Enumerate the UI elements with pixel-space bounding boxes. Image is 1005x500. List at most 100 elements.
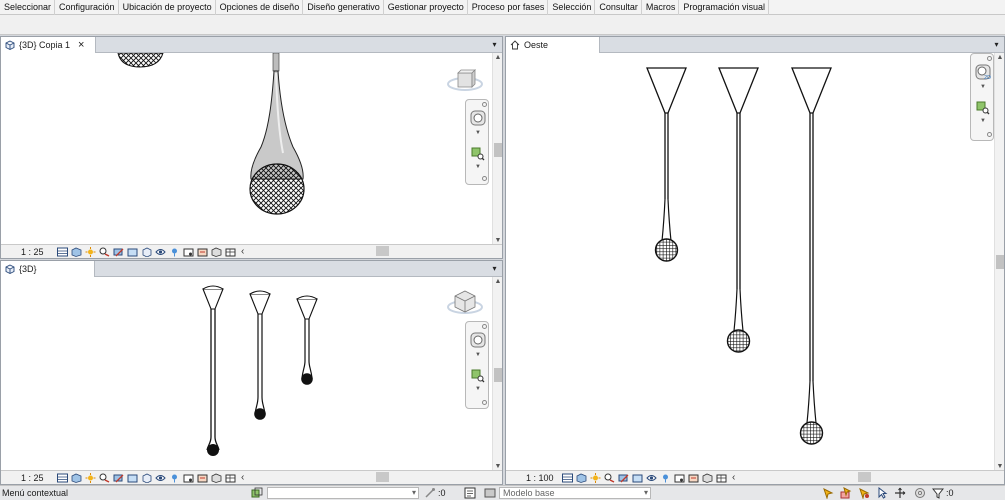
- ribbon-tab-opciones-diseno[interactable]: Opciones de diseño: [216, 0, 304, 15]
- sun-path-icon[interactable]: [85, 246, 96, 257]
- close-icon[interactable]: ×: [78, 39, 84, 51]
- scroll-up-icon[interactable]: ▲: [995, 54, 1004, 62]
- vertical-scrollbar[interactable]: ▲ ▼: [492, 53, 502, 246]
- ribbon-tab-programacion-visual[interactable]: Programación visual: [679, 0, 769, 15]
- chevron-down-icon[interactable]: ▼: [980, 118, 986, 124]
- shadows-icon[interactable]: [99, 247, 110, 257]
- tab-oeste[interactable]: Oeste: [506, 37, 600, 53]
- chevron-down-icon[interactable]: ▼: [475, 386, 481, 392]
- reveal-constraints-icon[interactable]: [211, 473, 222, 483]
- scroll-up-icon[interactable]: ▲: [493, 278, 502, 286]
- show-crop-region-icon[interactable]: [127, 247, 138, 257]
- view-menu-icon[interactable]: ▾: [490, 40, 499, 49]
- navbar-options-icon[interactable]: [482, 176, 487, 181]
- crop-view-icon[interactable]: [618, 473, 629, 483]
- reveal-constraints-icon[interactable]: [211, 247, 222, 257]
- ribbon-tab-seleccionar[interactable]: Seleccionar: [0, 0, 56, 15]
- ribbon-tab-gestionar-proyecto[interactable]: Gestionar proyecto: [384, 0, 468, 15]
- reveal-hidden-icon[interactable]: [169, 247, 180, 257]
- sun-path-icon[interactable]: [85, 472, 96, 483]
- worksharing-display-icon[interactable]: [197, 473, 208, 483]
- 2d-steering-wheel-icon[interactable]: 2D: [975, 64, 991, 80]
- navbar-close-icon[interactable]: [482, 102, 487, 107]
- visual-style-icon[interactable]: [71, 473, 82, 483]
- navbar-options-icon[interactable]: [987, 132, 992, 137]
- reveal-hidden-icon[interactable]: [169, 473, 180, 483]
- horizontal-scroll-thumb[interactable]: [858, 472, 871, 482]
- horizontal-scroll-thumb[interactable]: [376, 246, 389, 256]
- view-canvas[interactable]: [1, 277, 491, 472]
- background-process-icon[interactable]: [914, 487, 926, 499]
- workset-icon[interactable]: [251, 487, 263, 499]
- unlocked-3d-view-icon[interactable]: [141, 473, 152, 483]
- ribbon-tab-macros[interactable]: Macros: [642, 0, 680, 15]
- shadows-icon[interactable]: [99, 473, 110, 483]
- temporary-view-properties-icon[interactable]: [674, 473, 685, 483]
- filter-icon[interactable]: [931, 487, 945, 499]
- editable-only-icon[interactable]: [424, 487, 436, 499]
- ribbon-tab-consultar[interactable]: Consultar: [595, 0, 642, 15]
- scroll-thumb[interactable]: [494, 368, 502, 382]
- zoom-region-icon[interactable]: [470, 146, 486, 162]
- scroll-up-icon[interactable]: ▲: [493, 54, 502, 62]
- zoom-region-icon[interactable]: [470, 368, 486, 384]
- view-menu-icon[interactable]: ▾: [992, 40, 1001, 49]
- show-crop-region-icon[interactable]: [632, 473, 643, 483]
- reveal-constraints-icon[interactable]: [702, 473, 713, 483]
- scroll-thumb[interactable]: [494, 143, 502, 157]
- detail-level-icon[interactable]: [57, 247, 68, 257]
- visual-style-icon[interactable]: [71, 247, 82, 257]
- temporary-hide-icon[interactable]: [155, 473, 166, 483]
- navbar-close-icon[interactable]: [987, 56, 992, 61]
- analytical-model-icon[interactable]: [225, 247, 236, 257]
- chevron-down-icon[interactable]: ▼: [475, 164, 481, 170]
- temporary-view-properties-icon[interactable]: [183, 247, 194, 257]
- chevron-down-icon[interactable]: ▼: [980, 84, 986, 90]
- navbar-close-icon[interactable]: [482, 324, 487, 329]
- chevron-down-icon[interactable]: ▼: [475, 130, 481, 136]
- reveal-hidden-icon[interactable]: [660, 473, 671, 483]
- visual-style-icon[interactable]: [576, 473, 587, 483]
- horizontal-scroll-thumb[interactable]: [376, 472, 389, 482]
- view-scale[interactable]: 1 : 25: [1, 473, 57, 483]
- unlocked-3d-view-icon[interactable]: [141, 247, 152, 257]
- ribbon-tab-configuracion[interactable]: Configuración: [55, 0, 119, 15]
- chevron-down-icon[interactable]: ▼: [475, 352, 481, 358]
- steering-wheel-icon[interactable]: [470, 332, 486, 348]
- view-canvas[interactable]: [506, 53, 994, 472]
- workset-dropdown[interactable]: ▾: [267, 487, 419, 499]
- viewcube-icon[interactable]: [445, 289, 485, 319]
- chevron-left-icon[interactable]: ‹: [732, 472, 735, 483]
- chevron-left-icon[interactable]: ‹: [241, 246, 244, 257]
- sun-path-icon[interactable]: [590, 472, 601, 483]
- zoom-region-icon[interactable]: [975, 100, 991, 116]
- design-option-dropdown[interactable]: Modelo base ▾: [499, 487, 651, 499]
- view-scale[interactable]: 1 : 100: [506, 473, 562, 483]
- view-menu-icon[interactable]: ▾: [490, 264, 499, 273]
- design-options-icon[interactable]: [464, 487, 476, 499]
- select-by-face-icon[interactable]: [876, 486, 888, 499]
- view-scale[interactable]: 1 : 25: [1, 247, 57, 257]
- drag-elements-icon[interactable]: [894, 487, 906, 499]
- navbar-options-icon[interactable]: [482, 400, 487, 405]
- vertical-scrollbar[interactable]: ▲ ▼: [492, 277, 502, 472]
- view-canvas[interactable]: [1, 53, 491, 246]
- select-underlay-icon[interactable]: [840, 487, 852, 499]
- crop-view-icon[interactable]: [113, 473, 124, 483]
- viewcube-icon[interactable]: [445, 67, 485, 97]
- select-links-icon[interactable]: [822, 487, 834, 500]
- worksharing-display-icon[interactable]: [197, 247, 208, 257]
- analytical-model-icon[interactable]: [225, 473, 236, 483]
- chevron-left-icon[interactable]: ‹: [241, 472, 244, 483]
- ribbon-tab-ubicacion[interactable]: Ubicación de proyecto: [119, 0, 216, 15]
- worksharing-display-icon[interactable]: [688, 473, 699, 483]
- ribbon-tab-seleccion[interactable]: Selección: [548, 0, 596, 15]
- scroll-thumb[interactable]: [996, 255, 1004, 269]
- tab-3d[interactable]: {3D}: [1, 261, 95, 277]
- steering-wheel-icon[interactable]: [470, 110, 486, 126]
- temporary-hide-icon[interactable]: [646, 473, 657, 483]
- temporary-hide-icon[interactable]: [155, 247, 166, 257]
- detail-level-icon[interactable]: [562, 473, 573, 483]
- select-pinned-icon[interactable]: [858, 487, 870, 500]
- main-model-icon[interactable]: [484, 487, 496, 499]
